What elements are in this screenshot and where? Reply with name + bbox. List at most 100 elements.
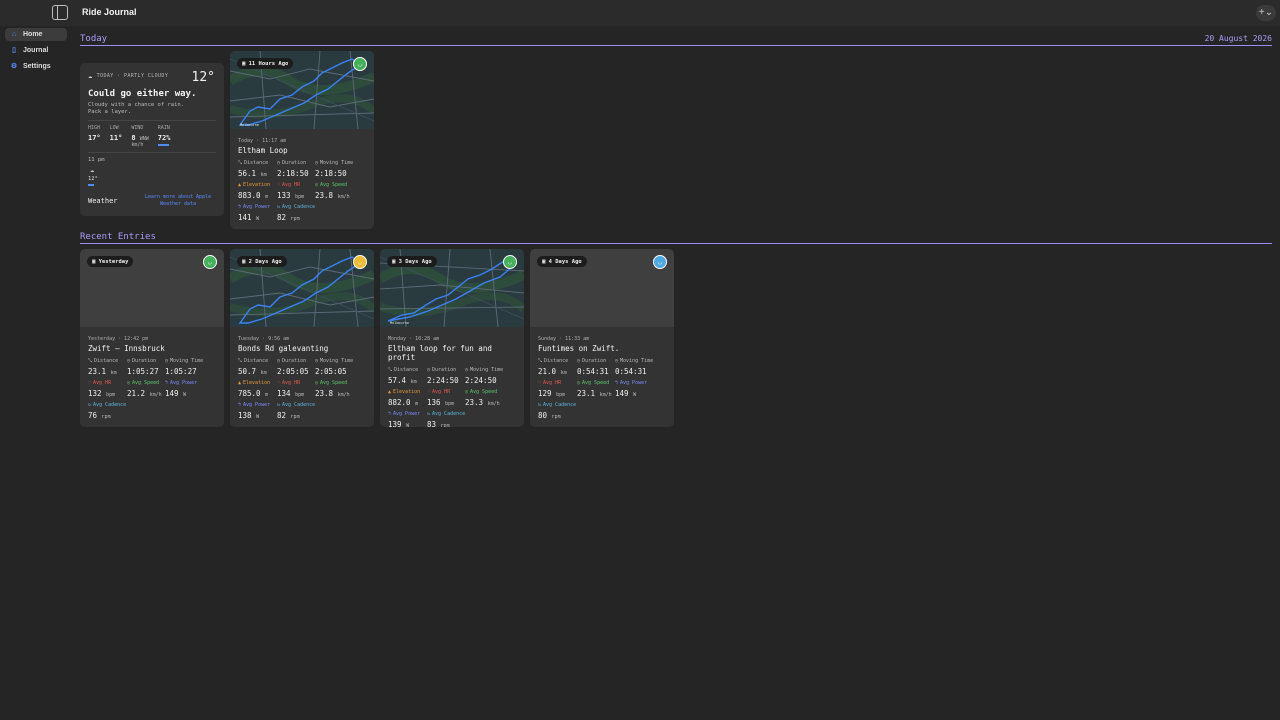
stat-moving_time: ◷ Moving Time 2:18:50 xyxy=(315,160,365,178)
stat-label: Avg Cadence xyxy=(282,402,316,408)
ride-stats: ⤡ Distance 21.0 km ◷ Duration 0:54:31 ◷ Moving … xyxy=(538,358,666,420)
sidebar-item-home[interactable]: ⌂ Home xyxy=(5,28,67,41)
stat-label: Duration xyxy=(582,358,607,364)
time-ago-badge: ▣ 3 Days Ago xyxy=(387,256,437,267)
stat-value: 141 xyxy=(238,213,252,222)
ride-card[interactable]: Melbourne ▣ 11 Hours Ago ◡ Today · 11:17 am E… xyxy=(230,51,374,229)
stat-avg_power: ϟ Avg Power 149 W xyxy=(615,380,665,398)
avg_cadence-icon: ↻ xyxy=(88,402,92,408)
ride-card[interactable]: ▣ 4 Days Ago ◡ Sunday · 11:33 am Funtimes on… xyxy=(530,249,674,427)
sidebar-item-journal[interactable]: ▯ Journal xyxy=(5,44,67,57)
stat-moving_time: ◷ Moving Time 2:24:50 xyxy=(465,367,515,385)
ride-title: Eltham loop for fun and profit xyxy=(388,344,492,362)
sidebar-item-settings[interactable]: ⚙ Settings xyxy=(5,60,67,73)
weather-card[interactable]: ☁ TODAY · PARTLY CLOUDY 12° Could go eit… xyxy=(80,63,224,216)
stat-value: 149 xyxy=(615,389,629,398)
sidebar-item-label: Journal xyxy=(23,47,49,54)
sidebar: ⌂ Home ▯ Journal ⚙ Settings xyxy=(0,26,72,720)
house-icon: ⌂ xyxy=(11,30,17,38)
stat-avg_speed: ◎ Avg Speed 23.8 km/h xyxy=(315,182,365,200)
apple-weather-logo: Weather xyxy=(88,197,118,205)
stat-unit: km/h xyxy=(149,392,162,398)
avg_speed-icon: ◎ xyxy=(315,380,319,386)
hourly-temp: 12° xyxy=(88,176,98,182)
section-title: Recent Entries xyxy=(80,232,156,242)
moving_time-icon: ◷ xyxy=(465,367,469,373)
stat-elevation: ▲ Elevation 785.0 m xyxy=(238,380,277,398)
stat-unit: km xyxy=(110,370,117,376)
ride-datetime: Tuesday · 9:56 am xyxy=(238,336,290,342)
stat-unit: km xyxy=(410,379,417,385)
stat-value: 23.1 xyxy=(577,389,596,398)
stat-distance: ⤡ Distance 57.4 km xyxy=(388,367,427,385)
app-title: Ride Journal xyxy=(82,7,137,17)
high-value: 17° xyxy=(88,134,101,142)
stat-unit: W xyxy=(256,414,260,420)
stat-duration: ◷ Duration 0:54:31 xyxy=(577,358,615,376)
stat-value: 2:18:50 xyxy=(277,169,309,178)
mood-emoji-icon: ◡ xyxy=(203,255,217,269)
stat-label: Elevation xyxy=(243,380,271,386)
ride-card[interactable]: ▣ 2 Days Ago ◡ Tuesday · 9:56 am Bonds Rd ga… xyxy=(230,249,374,427)
stat-unit: bpm xyxy=(106,392,116,398)
stat-value: 2:24:50 xyxy=(427,376,459,385)
stat-value: 138 xyxy=(238,411,252,420)
current-temperature: 12° xyxy=(191,70,215,85)
avg_power-icon: ϟ xyxy=(388,411,392,417)
stat-label: Avg Cadence xyxy=(282,204,316,210)
ride-card[interactable]: Melbourne ▣ 3 Days Ago ◡ Monday · 10:28 am El… xyxy=(380,249,524,427)
photo-icon: ▣ xyxy=(242,60,246,67)
mood-emoji-icon: ◡ xyxy=(353,255,367,269)
duration-icon: ◷ xyxy=(277,160,281,166)
moving_time-icon: ◷ xyxy=(165,358,169,364)
duration-icon: ◷ xyxy=(127,358,131,364)
sidebar-toggle-icon[interactable] xyxy=(52,5,68,20)
distance-icon: ⤡ xyxy=(238,358,243,364)
stat-label: Distance xyxy=(244,358,269,364)
stat-label: Duration xyxy=(282,358,307,364)
ride-stats: ⤡ Distance 50.7 km ◷ Duration 2:05:05 ◷ Moving … xyxy=(238,358,366,420)
distance-icon: ⤡ xyxy=(388,367,393,373)
stat-value: 132 xyxy=(88,389,102,398)
stat-avg_hr: ♡ Avg HR 133 bpm xyxy=(277,182,315,200)
ride-datetime: Yesterday · 12:42 pm xyxy=(88,336,149,342)
stat-moving_time: ◷ Moving Time 2:05:05 xyxy=(315,358,365,376)
add-entry-button[interactable]: +⌄ xyxy=(1256,5,1276,21)
stat-value: 129 xyxy=(538,389,552,398)
stat-label: Duration xyxy=(432,367,457,373)
stat-value: 139 xyxy=(388,420,402,427)
stat-distance: ⤡ Distance 23.1 km xyxy=(88,358,127,376)
stat-unit: W xyxy=(183,392,187,398)
ride-datetime: Today · 11:17 am xyxy=(238,138,287,144)
stat-avg_hr: ♡ Avg HR 134 bpm xyxy=(277,380,315,398)
time-ago-badge: ▣ 2 Days Ago xyxy=(237,256,287,267)
ride-title: Eltham Loop xyxy=(238,146,288,155)
stat-label: Avg HR xyxy=(282,380,301,386)
stat-unit: rpm xyxy=(551,414,561,420)
avg_hr-icon: ♡ xyxy=(88,380,92,386)
wind-unit: km/h xyxy=(131,142,144,148)
learn-more-link[interactable]: Learn more about Apple Weather data xyxy=(140,194,216,207)
stat-label: Moving Time xyxy=(620,358,654,364)
today-date: 20 August 2026 xyxy=(1204,34,1272,43)
ride-title: Zwift — Innsbruck xyxy=(88,344,165,353)
wind-value-row: 8 WNW xyxy=(131,134,148,142)
sidebar-item-label: Home xyxy=(23,31,43,38)
section-title: Today xyxy=(80,34,108,44)
ride-card[interactable]: ▣ Yesterday ◡ Yesterday · 12:42 pm Zwift — I… xyxy=(80,249,224,427)
stat-avg_power: ϟ Avg Power 149 W xyxy=(165,380,215,398)
stat-unit: W xyxy=(633,392,637,398)
stat-label: Duration xyxy=(132,358,157,364)
duration-icon: ◷ xyxy=(427,367,431,373)
stat-distance: ⤡ Distance 21.0 km xyxy=(538,358,577,376)
stat-label: Avg HR xyxy=(93,380,112,386)
avg_speed-icon: ◎ xyxy=(127,380,131,386)
stat-label: Avg Speed xyxy=(582,380,610,386)
stat-label: Elevation xyxy=(393,389,421,395)
moving_time-icon: ◷ xyxy=(315,358,319,364)
stat-value: 21.0 xyxy=(538,367,557,376)
stat-distance: ⤡ Distance 56.1 km xyxy=(238,160,277,178)
stat-value: 133 xyxy=(277,191,291,200)
stat-label: Distance xyxy=(544,358,569,364)
stat-unit: km xyxy=(260,172,267,178)
